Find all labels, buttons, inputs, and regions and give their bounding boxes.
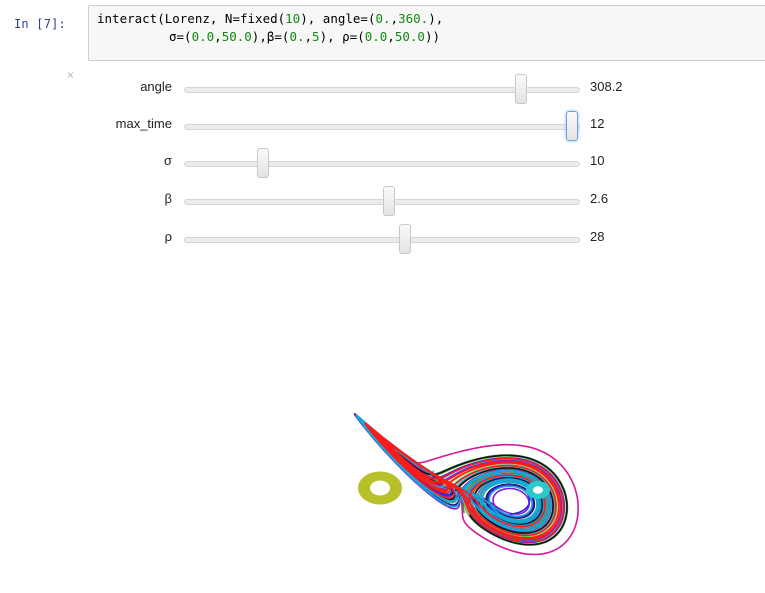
lorenz-plot	[353, 412, 579, 556]
fixed-point-core	[370, 480, 390, 496]
fixed-point-core	[533, 486, 543, 494]
